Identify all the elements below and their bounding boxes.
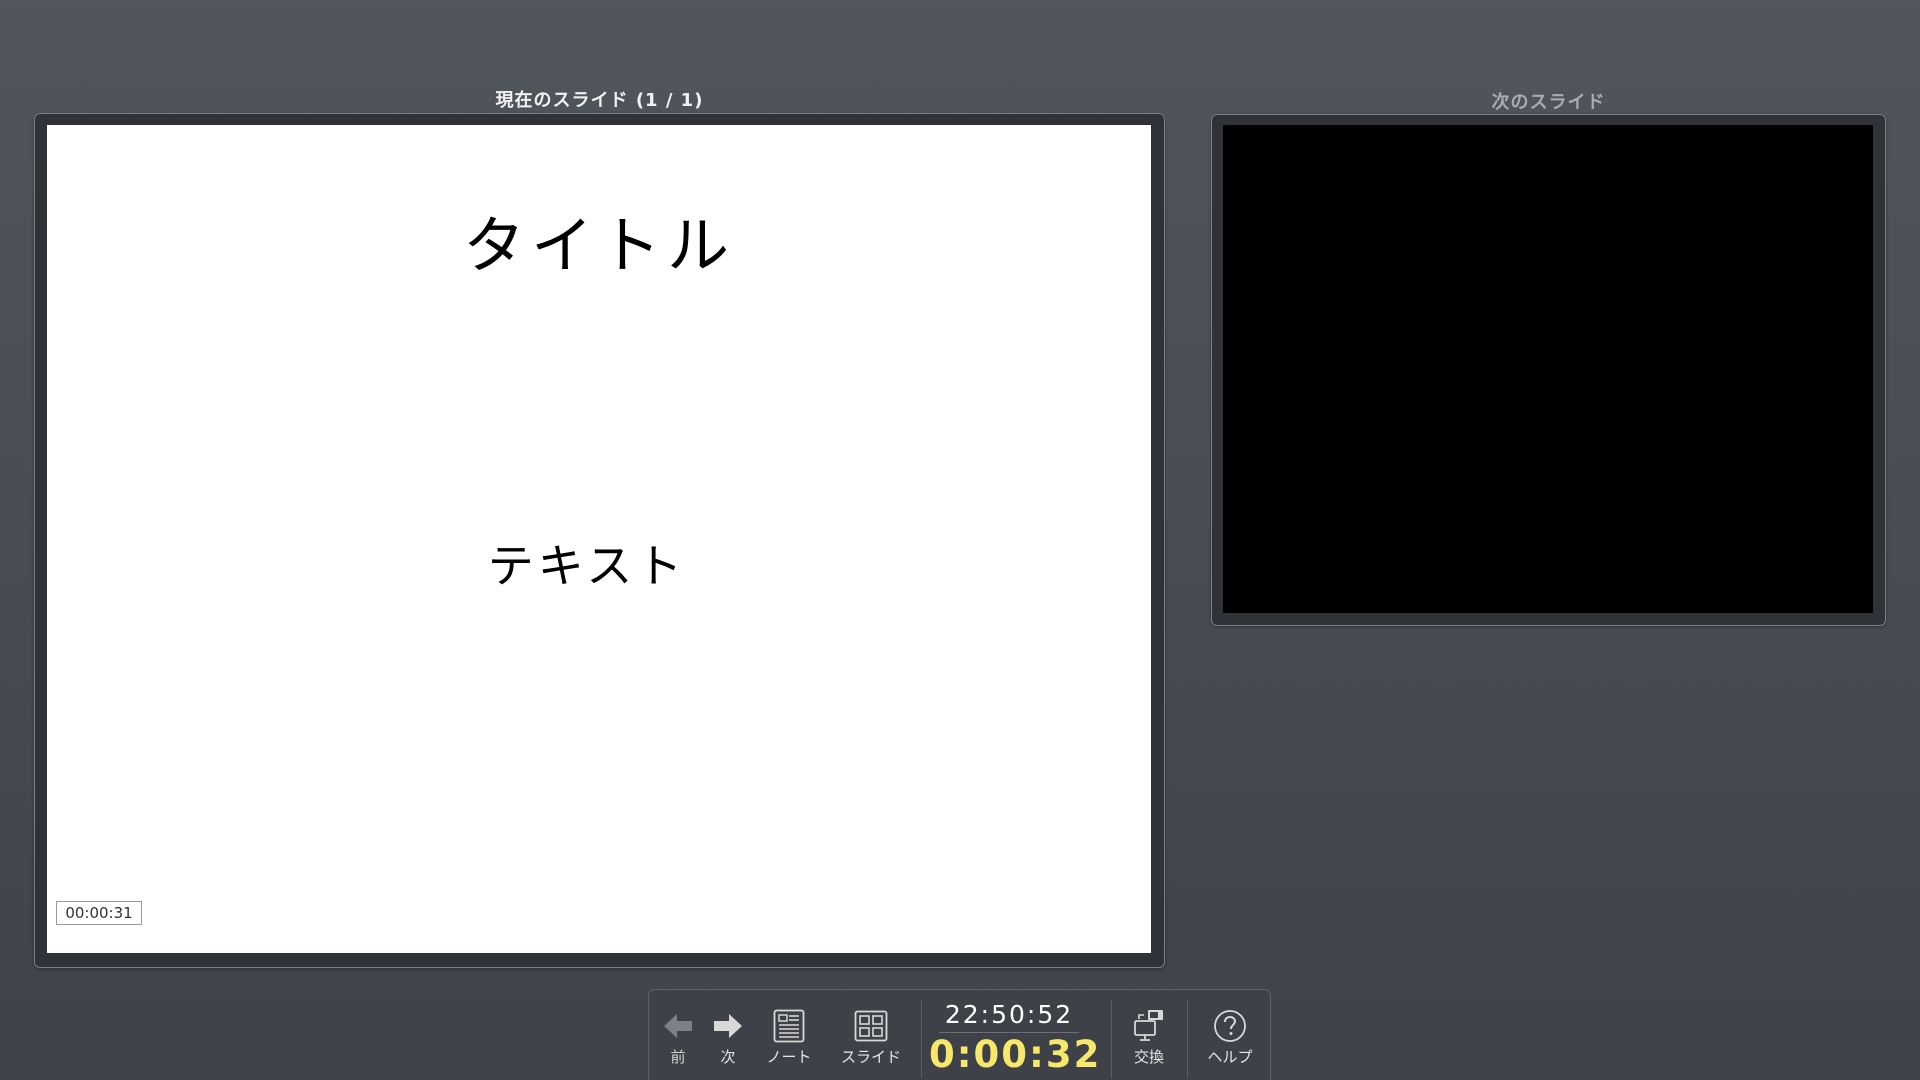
question-circle-icon (1214, 1010, 1246, 1042)
next-slide-preview[interactable] (1223, 125, 1873, 613)
notes-button[interactable]: ノート (759, 1008, 819, 1068)
current-slide-heading: 現在のスライド (1 / 1) (495, 90, 704, 111)
previous-label: 前 (670, 1048, 686, 1066)
help-button[interactable]: ヘルプ (1195, 1008, 1265, 1068)
elapsed-time[interactable]: 0:00:32 (929, 1033, 1099, 1076)
grid-icon (854, 1010, 888, 1042)
slide-sorter-button[interactable]: スライド (829, 1008, 913, 1068)
next-button[interactable]: 次 (707, 1008, 749, 1068)
slide-sorter-label: スライド (840, 1048, 901, 1066)
next-slide-heading: 次のスライド (1491, 92, 1606, 113)
monitor-swap-icon (1134, 1010, 1163, 1041)
slide-elapsed-timer: 00:00:31 (56, 901, 142, 925)
toolbar-separator (921, 1000, 922, 1078)
swap-label: 交換 (1133, 1048, 1164, 1066)
current-slide-frame: タイトル テキスト 00:00:31 (34, 113, 1165, 968)
notes-label: ノート (766, 1048, 812, 1066)
toolbar-separator (1187, 1000, 1188, 1078)
slide-body-text: テキスト (487, 539, 687, 593)
help-label: ヘルプ (1207, 1048, 1253, 1066)
right-arrow-icon (714, 1014, 742, 1038)
current-time-clock: 22:50:52 (944, 1000, 1074, 1029)
next-label: 次 (720, 1048, 736, 1066)
presenter-toolbar: 前 次 ノート スライド 22:50:52 0:00:32 交換 ヘルプ (648, 989, 1271, 1080)
toolbar-separator (1111, 1000, 1112, 1078)
swap-displays-button[interactable]: 交換 (1119, 1008, 1179, 1068)
next-slide-frame (1211, 114, 1886, 626)
previous-button[interactable]: 前 (657, 1008, 699, 1068)
left-arrow-icon (664, 1014, 692, 1038)
slide-title: タイトル (462, 209, 735, 282)
current-slide-preview[interactable]: タイトル テキスト 00:00:31 (47, 125, 1151, 953)
notes-icon (773, 1009, 805, 1043)
